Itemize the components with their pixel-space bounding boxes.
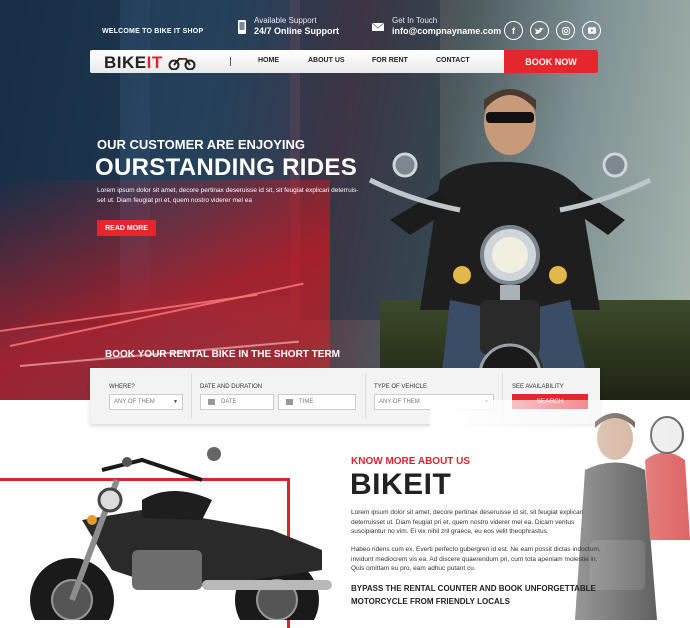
logo[interactable]: BIKEIT (104, 53, 163, 73)
logo-text: BIKE (104, 53, 147, 72)
time-input[interactable]: TIME (278, 394, 356, 410)
date-input[interactable]: DATE (200, 394, 274, 410)
hero-title: OURSTANDING RIDES (95, 154, 357, 181)
date-duration-label: DATE AND DURATION (200, 384, 263, 390)
nav-about-us[interactable]: ABOUT US (308, 57, 345, 64)
contact-info: Get In Touch info@compnayname.com (372, 16, 501, 36)
book-now-button[interactable]: BOOK NOW (504, 50, 598, 73)
hero-subtitle: OUR CUSTOMER ARE ENJOYING (97, 137, 306, 152)
nav-for-rent[interactable]: FOR RENT (372, 57, 408, 64)
support-label: Available Support (254, 16, 317, 25)
vehicle-type-value: ANY OF THEM (379, 399, 420, 405)
motorcycle-image (30, 447, 332, 620)
time-placeholder: TIME (299, 399, 314, 405)
envelope-icon (372, 22, 384, 31)
contact-email[interactable]: info@compnayname.com (392, 26, 501, 36)
instagram-icon[interactable] (556, 21, 575, 40)
about-paragraph-2: Habeo ridens cum ex. Everti perfecto gub… (351, 546, 601, 572)
divider (365, 373, 366, 419)
main-nav: BIKEIT HOME ABOUT US FOR RENT CONTACT BO… (90, 50, 598, 73)
nav-contact[interactable]: CONTACT (436, 57, 470, 64)
red-light-overlay (0, 180, 330, 400)
hero-description: Lorem ipsum dolor sit amet, decore perti… (97, 187, 359, 204)
nav-divider (230, 57, 231, 66)
divider (191, 373, 192, 419)
where-label: WHERE? (109, 384, 135, 390)
motorcycle-logo-icon (168, 58, 196, 70)
nav-home[interactable]: HOME (258, 57, 279, 64)
about-highlight: BYPASS THE RENTAL COUNTER AND BOOK UNFOR… (351, 584, 596, 606)
support-info: Available Support 24/7 Online Support (236, 16, 339, 36)
support-value: 24/7 Online Support (254, 26, 340, 36)
about-kicker: KNOW MORE ABOUT US (351, 456, 471, 467)
facebook-icon[interactable]: f (504, 21, 523, 40)
about-title: BIKEIT (350, 468, 452, 501)
phone-icon (238, 20, 246, 34)
welcome-text: WELCOME TO BIKE IT SHOP (102, 28, 204, 35)
calendar-icon (208, 399, 215, 405)
contact-label: Get In Touch (392, 16, 438, 25)
vehicle-type-label: TYPE OF VEHICLE (374, 384, 428, 390)
about-paragraph-1: Lorem ipsum dolor sit amet, decore perti… (351, 509, 584, 535)
read-more-button[interactable]: READ MORE (97, 220, 156, 236)
where-value: ANY OF THEM (114, 399, 155, 405)
availability-label: SEE AVAILABILITY (512, 384, 564, 390)
youtube-icon[interactable] (582, 21, 601, 40)
social-links: f (504, 21, 601, 40)
rider-on-motorcycle-image (368, 89, 652, 400)
clock-icon (286, 399, 293, 405)
where-select[interactable]: ANY OF THEM ▼ (109, 394, 183, 410)
logo-accent: IT (146, 53, 163, 72)
rental-heading: BOOK YOUR RENTAL BIKE IN THE SHORT TERM (105, 349, 341, 360)
caret-down-icon: ▼ (173, 399, 178, 405)
twitter-icon[interactable] (530, 21, 549, 40)
date-placeholder: DATE (221, 399, 237, 405)
